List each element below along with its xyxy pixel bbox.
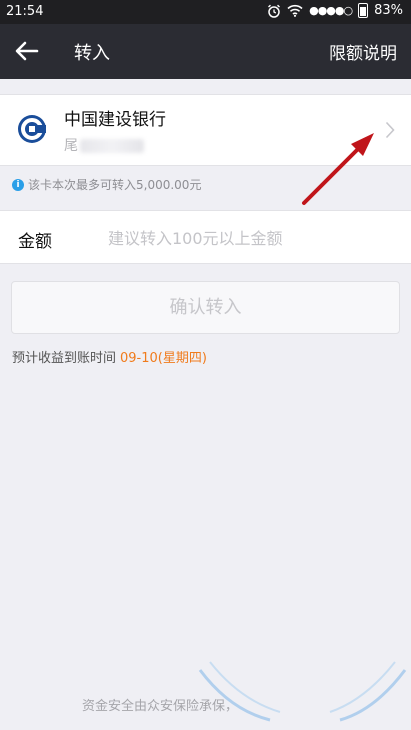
amount-input[interactable] — [108, 223, 388, 253]
page-title: 转入 — [74, 43, 110, 64]
transfer-limit-note: i 该卡本次最多可转入5,000.00元 — [12, 176, 201, 193]
bank-card-selector[interactable]: 中国建设银行 尾 — [0, 94, 411, 166]
top-navbar: 转入 限额说明 — [0, 24, 411, 79]
amount-row: 金额 — [0, 210, 411, 264]
card-tail-prefix: 尾 — [64, 138, 78, 154]
watermark-logo — [198, 661, 407, 722]
bank-name: 中国建设银行 — [64, 110, 166, 130]
arrival-date: 09-10(星期四) — [120, 351, 207, 366]
info-icon: i — [12, 178, 24, 191]
status-icons: ●●●●○ 83% — [267, 3, 403, 18]
ccb-logo — [18, 115, 46, 143]
limit-note-text: 该卡本次最多可转入5,000.00元 — [28, 178, 202, 192]
alarm-icon — [268, 4, 281, 18]
confirm-transfer-button[interactable]: 确认转入 — [11, 281, 400, 334]
battery-level: 83% — [374, 3, 403, 18]
battery-icon — [358, 3, 369, 18]
signal-icon: ●●●●○ — [309, 4, 353, 17]
arrival-label: 预计收益到账时间 — [12, 351, 117, 366]
arrow-left-icon[interactable] — [10, 35, 44, 67]
chevron-right-icon — [385, 121, 395, 139]
card-tail-number: 尾 — [64, 135, 144, 155]
wifi-icon — [287, 4, 303, 17]
amount-label: 金额 — [18, 232, 52, 252]
arrival-time: 预计收益到账时间 09-10(星期四) — [12, 347, 207, 366]
masked-card-digits — [80, 139, 144, 153]
status-bar: 21:54 ●●●●○ 83% — [0, 0, 411, 24]
status-time: 21:54 — [6, 4, 44, 19]
limit-explanation-link[interactable]: 限额说明 — [329, 39, 397, 64]
